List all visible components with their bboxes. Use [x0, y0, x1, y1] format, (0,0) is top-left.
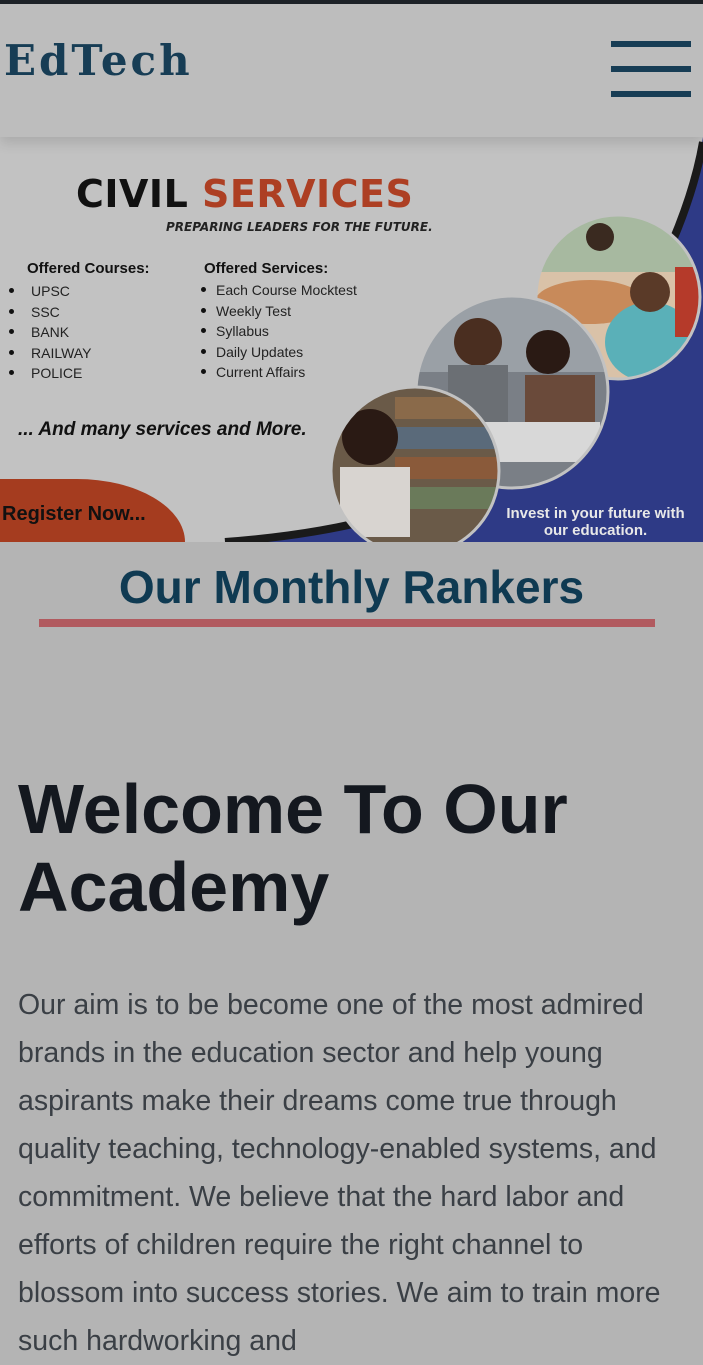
hamburger-menu-icon[interactable] — [611, 41, 691, 97]
course-item: SSC — [7, 302, 91, 323]
banner-title-civil: CIVIL — [76, 172, 189, 216]
banner-title: CIVIL SERVICES — [76, 172, 413, 216]
service-item: Each Course Mocktest — [199, 280, 357, 301]
course-item: BANK — [7, 322, 91, 343]
banner-title-services: SERVICES — [202, 172, 414, 216]
site-logo[interactable]: EdTech — [4, 36, 193, 85]
academy-about-text: Our aim is to be become one of the most … — [18, 989, 661, 1357]
banner-tagline: PREPARING LEADERS FOR THE FUTURE. — [166, 220, 433, 234]
rankers-underline — [39, 619, 655, 627]
menu-bar-middle — [611, 66, 691, 72]
more-services-text: ... And many services and More. — [18, 419, 307, 440]
service-item: Daily Updates — [199, 342, 357, 363]
course-item: POLICE — [7, 363, 91, 384]
course-item: UPSC — [7, 281, 91, 302]
site-header: EdTech — [0, 4, 703, 137]
civil-services-banner: CIVIL SERVICES PREPARING LEADERS FOR THE… — [0, 137, 703, 542]
invest-caption: Invest in your future with our education… — [488, 505, 703, 539]
invest-line-2: our education. — [543, 522, 648, 539]
service-item: Syllabus — [199, 321, 357, 342]
register-now-label: Register Now... — [2, 503, 146, 525]
menu-bar-bottom — [611, 91, 691, 97]
services-list: Each Course Mocktest Weekly Test Syllabu… — [199, 280, 357, 383]
service-item: Weekly Test — [199, 301, 357, 322]
course-item: RAILWAY — [7, 343, 91, 364]
menu-bar-top — [611, 41, 691, 47]
courses-heading: Offered Courses: — [27, 260, 150, 277]
invest-line-1: Invest in your future with — [506, 505, 685, 522]
service-item: Current Affairs — [199, 362, 357, 383]
monthly-rankers-heading: Our Monthly Rankers — [118, 561, 585, 613]
welcome-heading: Welcome To Our Academy — [18, 770, 568, 926]
services-heading: Offered Services: — [204, 260, 329, 277]
courses-list: UPSC SSC BANK RAILWAY POLICE — [7, 281, 91, 384]
